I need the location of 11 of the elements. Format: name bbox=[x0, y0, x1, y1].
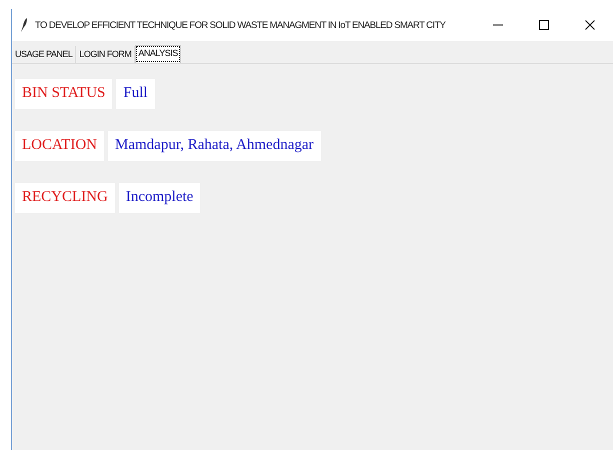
feather-icon bbox=[20, 18, 28, 32]
field-value: Full bbox=[116, 79, 155, 109]
close-icon bbox=[585, 20, 595, 30]
field-label: RECYCLING bbox=[15, 183, 115, 213]
window-title: TO DEVELOP EFFICIENT TECHNIQUE FOR SOLID WASTE MANAGMENT IN IoT ENABLED SMART CITY bbox=[35, 20, 447, 30]
tab[interactable]: ANALYSIS bbox=[135, 45, 181, 63]
field-label: LOCATION bbox=[15, 131, 104, 161]
field-value: Mamdapur, Rahata, Ahmednagar bbox=[108, 131, 321, 161]
field-label: BIN STATUS bbox=[15, 79, 112, 109]
maximize-icon bbox=[539, 20, 549, 30]
field-value: Incomplete bbox=[118, 183, 200, 213]
